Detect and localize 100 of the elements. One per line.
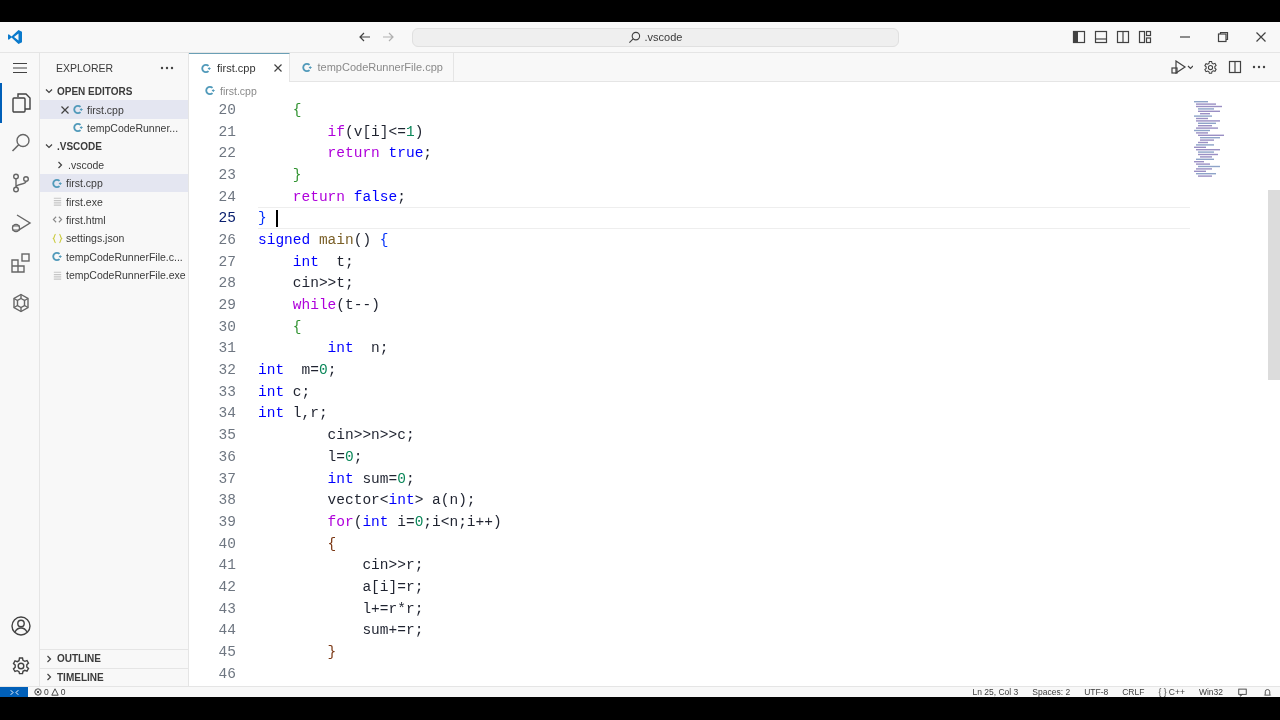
status-item[interactable]: UTF-8 [1077,687,1116,697]
line-number: 45 [217,644,236,661]
scrollbar-thumb[interactable] [1268,190,1280,380]
line-number: 26 [217,231,236,248]
tree-item[interactable]: first.exe [40,192,188,211]
code-line: l+=r*r; [361,600,424,617]
line-number: 38 [217,492,236,509]
line-number: 28 [217,275,236,292]
tree-item[interactable]: first.cpp [40,173,188,193]
cpp-file-icon [301,61,313,73]
back-arrow-icon[interactable] [357,30,372,44]
code-line: return true; [326,145,433,162]
line-number: 46 [217,665,236,682]
line-number: 43 [217,600,236,617]
line-number: 29 [217,297,236,314]
file-icon [52,196,63,208]
editor-tab[interactable]: first.cpp [189,53,290,82]
code-line: a[i]=r; [361,578,424,595]
status-item[interactable]: { } C++ [1151,687,1192,697]
more-actions-icon[interactable] [1252,65,1266,69]
code-line: { [291,318,302,335]
problems-status[interactable]: 0 0 [28,687,66,697]
more-actions-icon[interactable] [160,65,174,70]
tree-item[interactable]: tempCodeRunnerFile.c... [40,247,188,266]
section-header[interactable]: OUTLINE [40,649,188,668]
section-header[interactable]: OPEN EDITORS [40,82,188,101]
code-line: int n; [326,340,389,357]
tree-item[interactable]: .vscode [40,155,188,174]
code-line: for(int i=0;i<n;i++) [326,513,502,530]
code-line: return false; [291,188,406,205]
sidebar-title: EXPLORER [56,61,114,74]
search-icon [627,30,641,44]
line-number: 37 [217,470,236,487]
file-icon [52,269,63,281]
command-search-box[interactable]: .vscode [411,27,899,47]
code-line: while(t--) [291,297,380,314]
line-number: 42 [217,578,236,595]
line-number: 24 [217,188,236,205]
line-number: 20 [217,101,236,118]
line-number: 33 [217,383,236,400]
split-editor-icon[interactable] [1228,60,1242,74]
text-cursor [275,209,278,227]
status-item[interactable]: Ln 25, Col 3 [965,687,1026,697]
line-number: 41 [217,557,236,574]
line-number: 36 [217,448,236,465]
code-line: signed main() { [258,231,389,248]
line-number: 44 [217,622,236,639]
line-number: 30 [217,318,236,335]
code-line: } [326,644,337,661]
close-icon[interactable] [272,63,283,73]
status-item[interactable]: CRLF [1115,687,1152,697]
line-number: 35 [217,427,236,444]
code-line: vector<int> a(n); [326,492,476,509]
line-number: 21 [217,123,236,140]
line-number: 25 [217,210,236,227]
cpp-file-icon [205,85,216,96]
code-line: { [291,101,302,118]
code-line: cin>>n>>c; [326,427,415,444]
json-file-icon [52,232,63,244]
line-number: 27 [217,253,236,270]
warning-icon [50,688,59,696]
settings-icon[interactable] [1203,59,1218,75]
code-line: } [258,210,267,227]
html-file-icon [52,214,63,226]
code-line: { [326,535,337,552]
line-number: 22 [217,145,236,162]
cpp-file-icon [73,122,84,134]
code-line: int c; [258,383,311,400]
tree-item[interactable]: first.cpp [40,100,188,119]
tree-item[interactable]: tempCodeRunner... [40,118,188,138]
code-line: sum+=r; [361,622,424,639]
code-line: int sum=0; [326,470,415,487]
tree-item[interactable]: tempCodeRunnerFile.exe [40,265,188,285]
code-line: } [291,166,302,183]
tree-item[interactable]: settings.json [40,229,188,248]
status-item[interactable]: Win32 [1191,687,1230,697]
run-icon[interactable] [1171,60,1193,74]
code-line: cin>>t; [291,275,354,292]
status-item[interactable]: Spaces: 2 [1025,687,1078,697]
breadcrumb-item[interactable]: first.cpp [220,84,257,97]
line-number: 40 [217,535,236,552]
cpp-file-icon [73,104,84,116]
cpp-file-icon [201,62,212,74]
line-number: 23 [217,166,236,183]
cpp-file-icon [52,251,63,263]
error-icon [34,688,42,696]
close-icon[interactable] [60,104,70,115]
search-box-text: .vscode [644,31,683,43]
tree-item[interactable]: first.html [40,210,188,230]
line-number: 39 [217,513,236,530]
cpp-file-icon [52,177,63,189]
code-line: if(v[i]<=1) [326,123,424,140]
section-header[interactable]: .VSCODE [40,137,188,156]
code-line: int m=0; [258,362,337,379]
line-number: 31 [217,340,236,357]
app-logo [7,29,23,45]
line-number: 34 [217,405,236,422]
code-line: l=0; [326,448,363,465]
remote-icon[interactable] [0,687,28,697]
code-line: int l,r; [258,405,328,422]
